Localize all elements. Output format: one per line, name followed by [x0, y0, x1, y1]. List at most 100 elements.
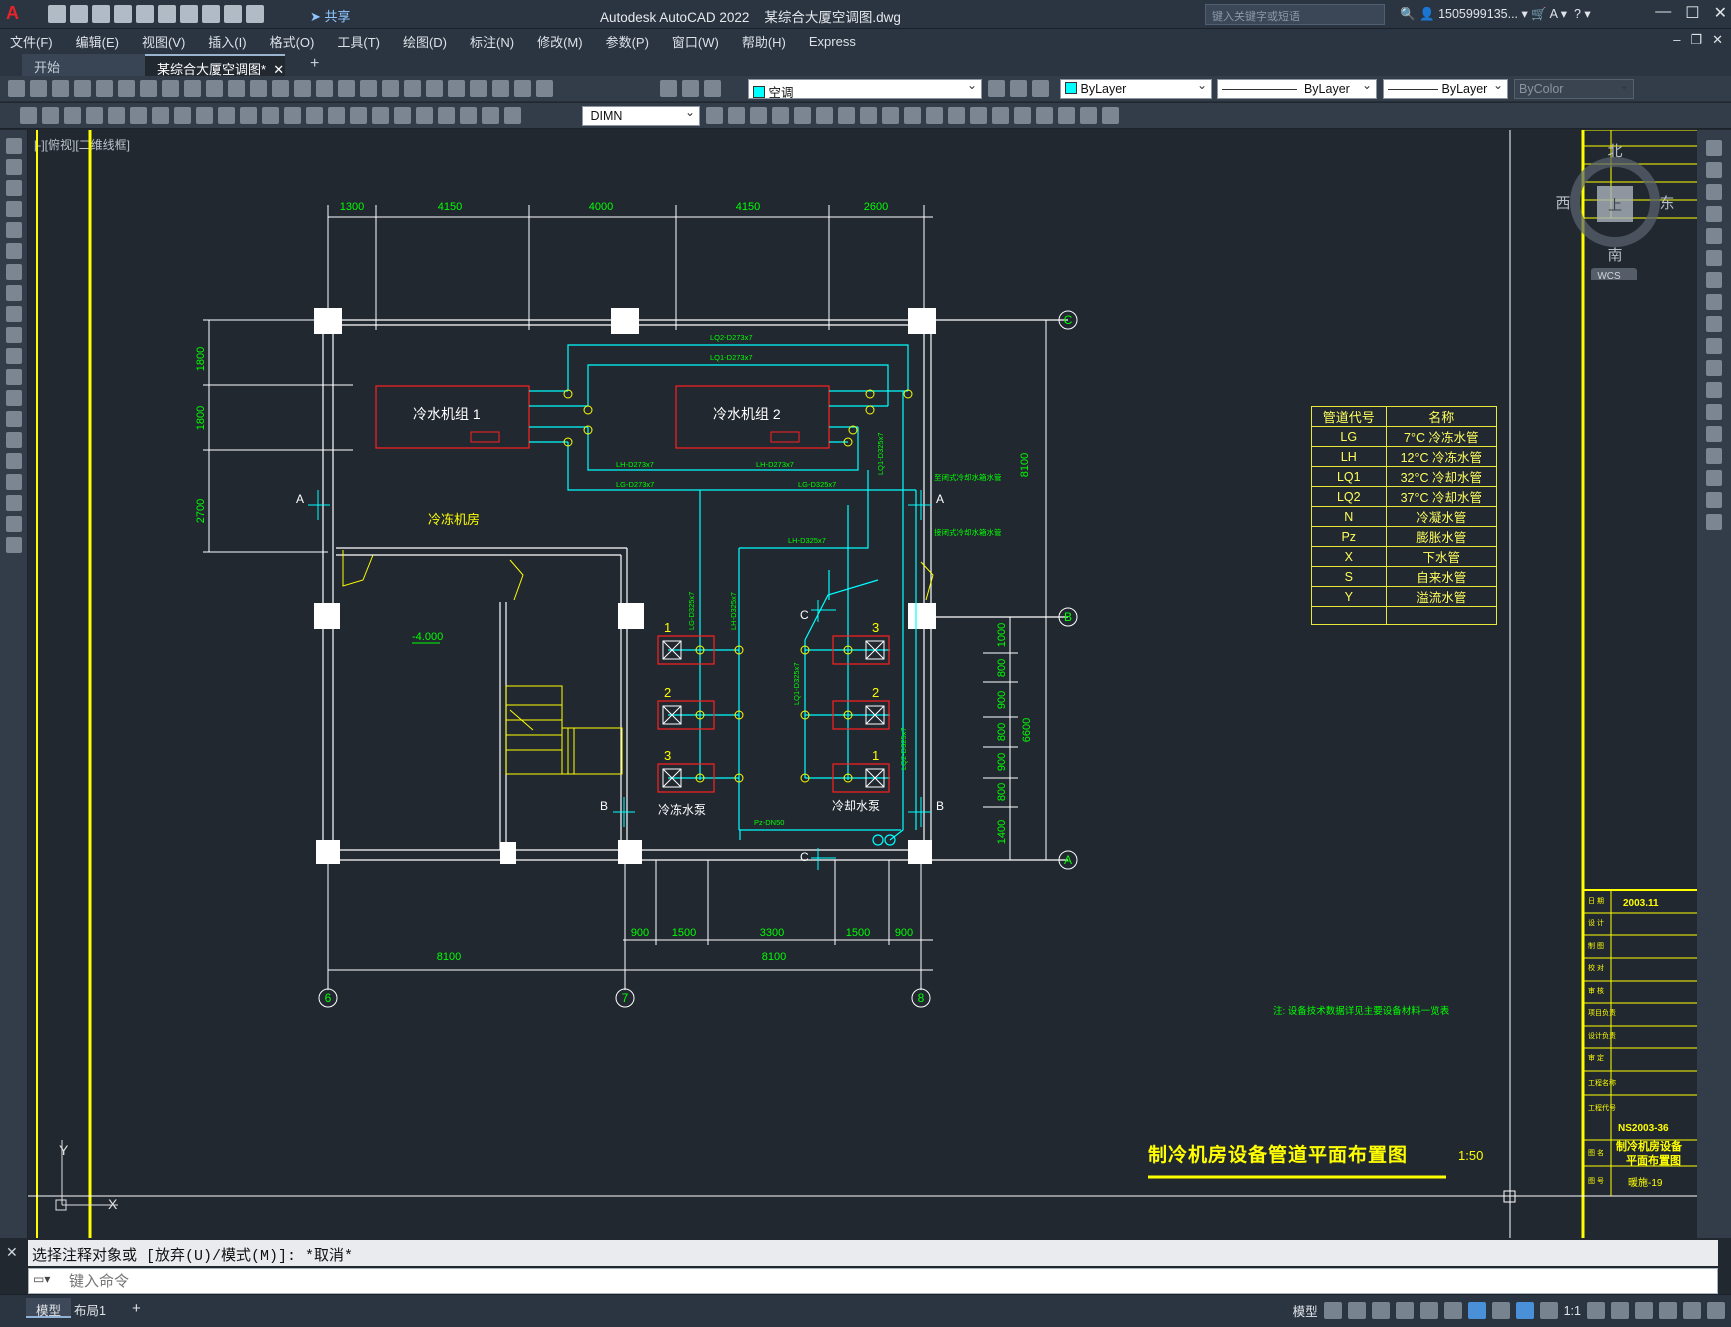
gradient-icon[interactable]	[6, 453, 22, 469]
menu-file[interactable]: 文件(F)	[10, 32, 53, 51]
minimize-icon[interactable]: —	[1655, 3, 1671, 23]
new-icon[interactable]	[48, 5, 66, 23]
ortho-icon[interactable]	[1371, 1302, 1390, 1319]
join-r-icon[interactable]	[1706, 426, 1722, 442]
qnew-icon[interactable]	[8, 80, 25, 97]
markup-icon[interactable]	[492, 80, 509, 97]
polygon-icon[interactable]	[6, 201, 22, 217]
save-web-icon[interactable]	[158, 5, 176, 23]
undo-tool-icon[interactable]	[272, 80, 289, 97]
layer-properties-icon[interactable]	[660, 80, 677, 97]
zoom-previous-icon[interactable]	[382, 80, 399, 97]
quick-dim-icon[interactable]	[262, 107, 279, 124]
viewcube-top[interactable]: 上	[1608, 197, 1622, 213]
dim-radius-icon[interactable]	[174, 107, 191, 124]
viewcube-north[interactable]: 北	[1607, 143, 1622, 160]
menu-parametric[interactable]: 参数(P)	[606, 32, 649, 51]
menu-format[interactable]: 格式(O)	[270, 32, 315, 51]
layer-dropdown[interactable]: 空调	[748, 79, 982, 99]
copy-object-icon[interactable]	[728, 107, 745, 124]
bring-front-icon[interactable]	[1080, 107, 1097, 124]
menu-draw[interactable]: 绘图(D)	[403, 32, 447, 51]
paste-icon[interactable]	[206, 80, 223, 97]
redo-icon[interactable]	[224, 5, 242, 23]
match-properties-icon[interactable]	[228, 80, 245, 97]
isolate-objects-icon[interactable]	[1659, 1302, 1677, 1319]
ellipse-icon[interactable]	[6, 327, 22, 343]
trim-icon[interactable]	[904, 107, 921, 124]
dim-ordinate-icon[interactable]	[152, 107, 169, 124]
center-mark-icon[interactable]	[394, 107, 411, 124]
layer-previous-icon[interactable]	[1010, 80, 1027, 97]
wcs-menu[interactable]: WCS	[1597, 271, 1621, 280]
otrack-icon[interactable]	[1443, 1302, 1462, 1319]
trim-r-icon[interactable]	[1706, 338, 1722, 354]
grid-icon[interactable]	[1323, 1302, 1342, 1319]
menu-view[interactable]: 视图(V)	[142, 32, 185, 51]
table-icon[interactable]	[6, 495, 22, 511]
ellipse-arc-icon[interactable]	[6, 348, 22, 364]
polyline-icon[interactable]	[6, 180, 22, 196]
tab-layout1[interactable]: 布局1	[64, 1298, 116, 1318]
clean-screen-icon[interactable]	[1683, 1302, 1701, 1319]
make-block-icon[interactable]	[6, 390, 22, 406]
viewcube[interactable]: 上 北 南 西 东 WCS	[1551, 140, 1679, 280]
circle-icon[interactable]	[6, 264, 22, 280]
layer-match-icon[interactable]	[20, 107, 37, 124]
save-icon[interactable]	[92, 5, 110, 23]
plotstyle-dropdown[interactable]: ByColor	[1514, 79, 1634, 99]
snap-icon[interactable]	[1347, 1302, 1366, 1319]
move-r-icon[interactable]	[1706, 250, 1722, 266]
doc-minimize-icon[interactable]: –	[1673, 32, 1680, 48]
offset-r-icon[interactable]	[1706, 206, 1722, 222]
menu-insert[interactable]: 插入(I)	[208, 32, 246, 51]
dim-aligned-icon[interactable]	[108, 107, 125, 124]
fillet-icon[interactable]	[1014, 107, 1031, 124]
pan-icon[interactable]	[316, 80, 333, 97]
tolerance-icon[interactable]	[372, 107, 389, 124]
tab-document[interactable]: 某综合大厦空调图* ✕	[145, 54, 285, 77]
doc-restore-icon[interactable]: ❐	[1690, 32, 1702, 48]
stretch-r-icon[interactable]	[1706, 316, 1722, 332]
menu-edit[interactable]: 编辑(E)	[76, 32, 119, 51]
send-back-icon[interactable]	[1102, 107, 1119, 124]
annotation-visibility-icon[interactable]	[1515, 1302, 1534, 1319]
user-account[interactable]: 🔍 👤 1505999135... ▾ 🛒 A ▾ ? ▾	[1400, 6, 1591, 22]
save-file-icon[interactable]	[52, 80, 69, 97]
arc-icon[interactable]	[6, 243, 22, 259]
scale-r-icon[interactable]	[1706, 294, 1722, 310]
array-icon[interactable]	[794, 107, 811, 124]
annotation-monitor-icon[interactable]	[1611, 1302, 1629, 1319]
dim-update-icon[interactable]	[504, 107, 521, 124]
polar-icon[interactable]	[1395, 1302, 1414, 1319]
construction-line-icon[interactable]	[6, 159, 22, 175]
layer-state-icon[interactable]	[1032, 80, 1049, 97]
preview-icon[interactable]	[96, 80, 113, 97]
app-logo-icon[interactable]: A	[6, 3, 19, 24]
break-point-icon[interactable]	[1706, 382, 1722, 398]
redo-tool-icon[interactable]	[294, 80, 311, 97]
command-input[interactable]	[69, 1271, 1709, 1291]
layer-on-icon[interactable]	[682, 80, 699, 97]
zoom-window-icon[interactable]	[360, 80, 377, 97]
zoom-realtime-icon[interactable]	[338, 80, 355, 97]
rotate-icon[interactable]	[838, 107, 855, 124]
draworder-icon[interactable]	[1058, 107, 1075, 124]
share-button[interactable]: ➤ 共享	[310, 6, 351, 25]
copy-icon[interactable]	[184, 80, 201, 97]
revcloud-icon[interactable]	[6, 285, 22, 301]
jogged-linear-icon[interactable]	[438, 107, 455, 124]
workspace-gear-icon[interactable]	[1587, 1302, 1605, 1319]
drawing-canvas[interactable]: [-][俯视][二维线框] Y X 日 期 设 计 制 图 校 对 审 核 项目…	[28, 130, 1697, 1238]
dim-jogged-icon[interactable]	[196, 107, 213, 124]
customization-icon[interactable]	[1707, 1302, 1725, 1319]
command-recent-icon[interactable]: ▭▾	[33, 1272, 50, 1286]
linetype-dropdown[interactable]: —————— ByLayer	[1217, 79, 1377, 99]
plot-icon[interactable]	[180, 5, 198, 23]
close-icon[interactable]: ✕	[1714, 3, 1727, 23]
offset-icon[interactable]	[772, 107, 789, 124]
maximize-icon[interactable]: ☐	[1685, 3, 1699, 23]
menu-window[interactable]: 窗口(W)	[672, 32, 719, 51]
dim-linear-icon[interactable]	[86, 107, 103, 124]
annotation-scale[interactable]: 1:1	[1564, 1304, 1581, 1318]
